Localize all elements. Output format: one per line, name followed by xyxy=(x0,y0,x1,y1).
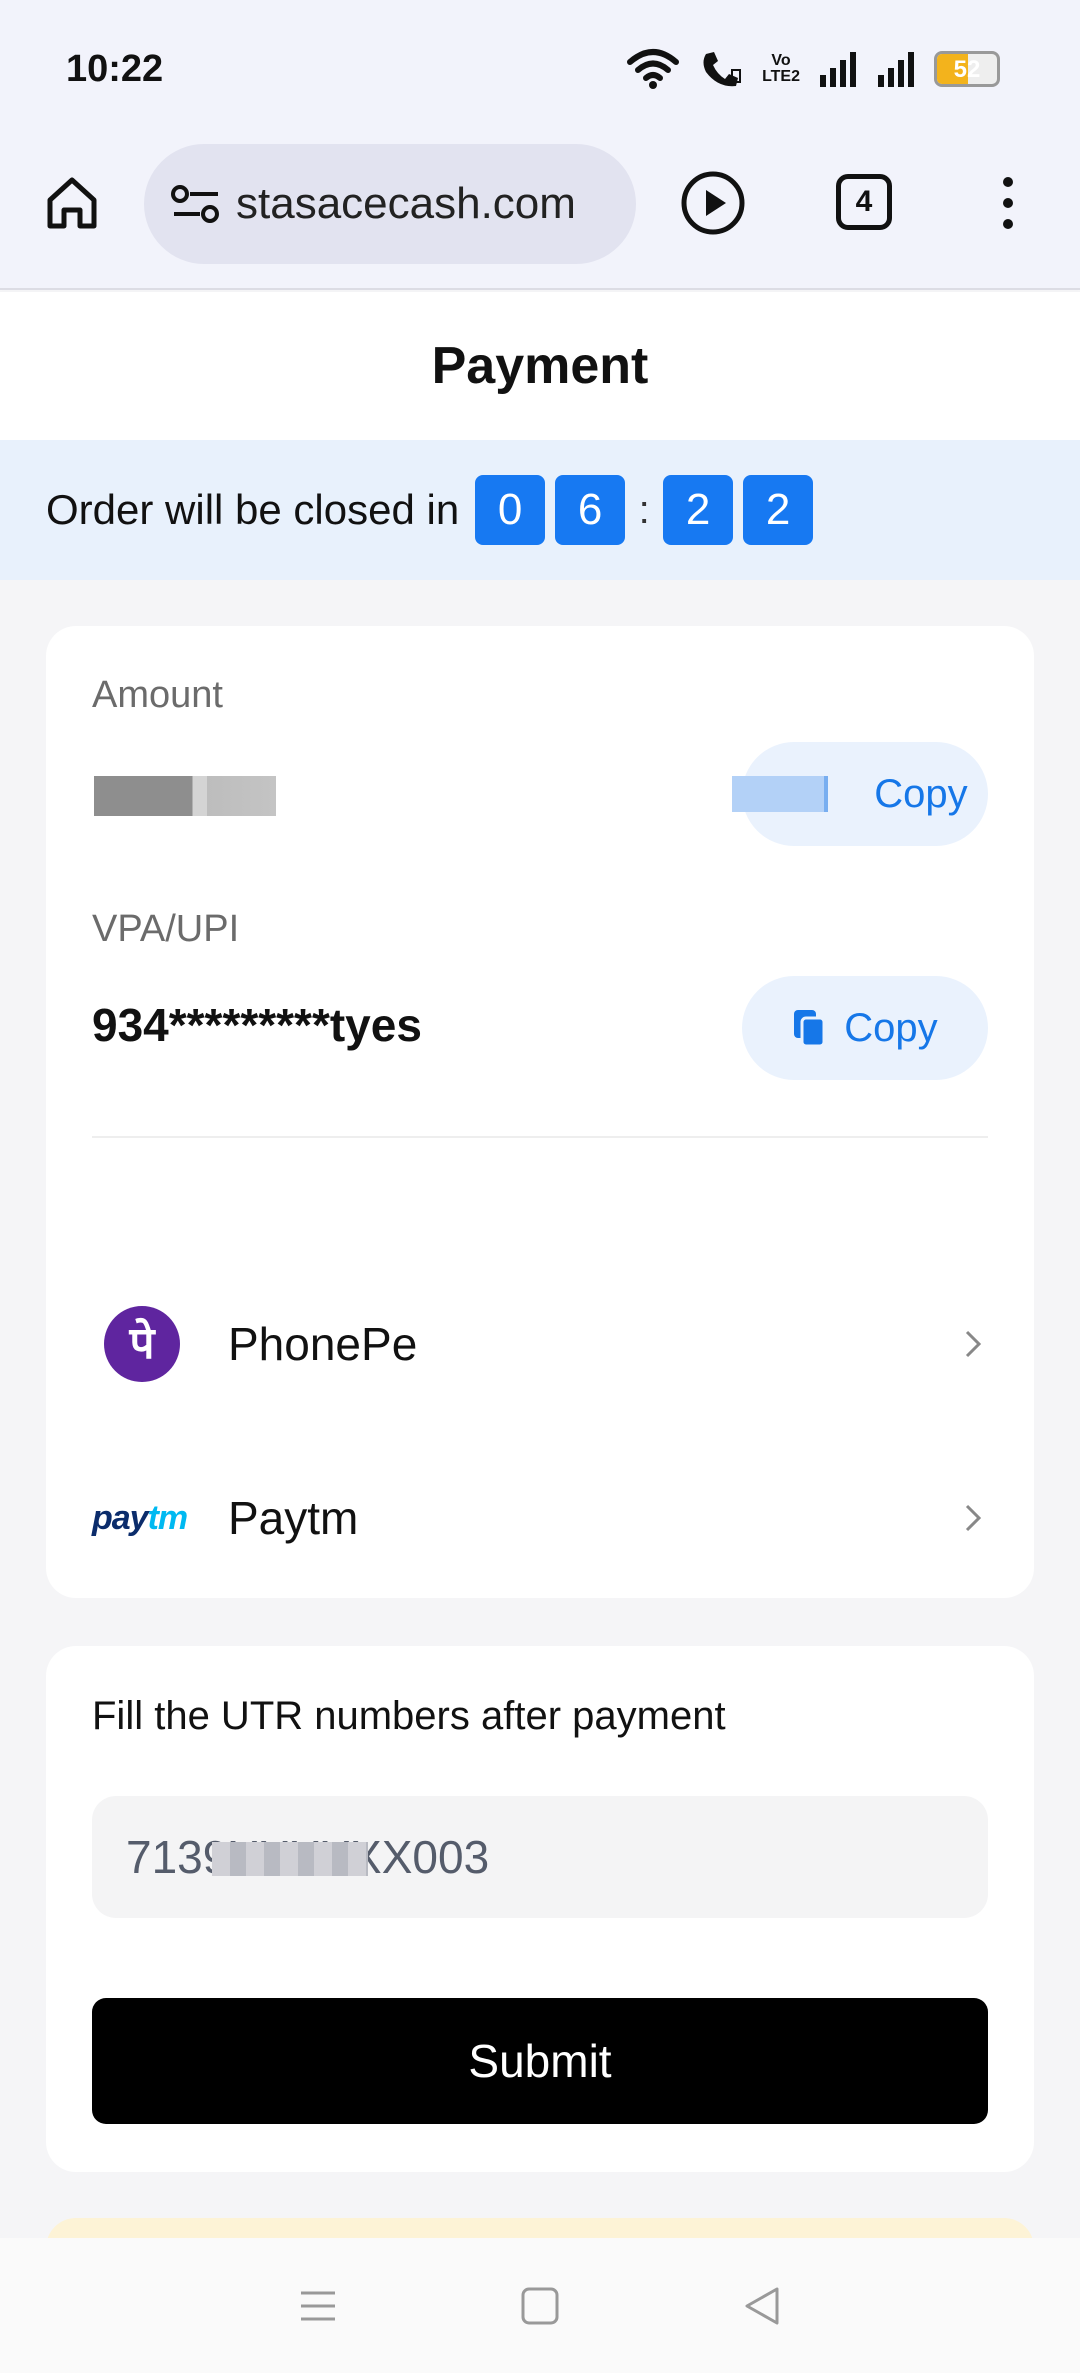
phonepe-logo-icon: पे xyxy=(104,1306,180,1382)
address-bar[interactable]: stasacecash.com xyxy=(144,144,636,264)
more-menu-icon[interactable] xyxy=(990,170,1026,236)
utr-card: Fill the UTR numbers after payment Submi… xyxy=(46,1646,1034,2172)
payment-app-name: PhonePe xyxy=(228,1318,418,1370)
url-text: stasacecash.com xyxy=(236,179,576,228)
signal-icon xyxy=(878,52,914,87)
payment-app-phonepe[interactable]: पे PhonePe xyxy=(92,1294,988,1394)
browser-toolbar: stasacecash.com 4 xyxy=(0,140,1080,290)
back-icon[interactable] xyxy=(739,2283,785,2329)
vpa-label: VPA/UPI xyxy=(92,908,240,950)
home-nav-icon[interactable] xyxy=(517,2283,563,2329)
status-icons: Vo LTE2 52 xyxy=(626,44,1000,94)
home-icon[interactable] xyxy=(40,170,104,234)
chevron-right-icon xyxy=(965,1330,982,1358)
play-icon[interactable] xyxy=(680,170,746,236)
paytm-logo-icon: paytm xyxy=(92,1498,188,1537)
submit-button[interactable]: Submit xyxy=(92,1998,988,2124)
battery-icon: 52 xyxy=(934,51,1000,87)
payment-details-card: Amount Copy VPA/UPI 934*********tyes Cop… xyxy=(46,626,1034,1598)
vpa-value: 934*********tyes xyxy=(92,999,422,1051)
volte-icon: Vo LTE2 xyxy=(762,52,800,85)
page-title: Payment xyxy=(0,292,1080,440)
order-countdown: Order will be closed in 0 6 : 2 2 xyxy=(0,440,1080,580)
divider xyxy=(92,1136,988,1138)
payment-app-paytm[interactable]: paytm Paytm xyxy=(92,1468,988,1568)
chevron-right-icon xyxy=(965,1504,982,1532)
utr-digits-redacted xyxy=(212,1842,368,1876)
copy-icon-redacted xyxy=(732,776,828,812)
countdown-digit: 0 xyxy=(475,475,546,545)
status-time: 10:22 xyxy=(66,48,164,90)
wifi-calling-icon xyxy=(703,52,742,87)
countdown-digit: 6 xyxy=(555,475,626,545)
status-bar: 10:22 Vo LTE2 52 xyxy=(0,0,1080,140)
tab-switcher-button[interactable]: 4 xyxy=(836,174,892,230)
site-settings-icon[interactable] xyxy=(170,184,222,224)
copy-vpa-button[interactable]: Copy xyxy=(742,976,988,1080)
system-navigation-bar xyxy=(0,2238,1080,2373)
recents-icon[interactable] xyxy=(295,2283,341,2329)
amount-value-redacted xyxy=(94,776,276,816)
countdown-digit: 2 xyxy=(743,475,814,545)
countdown-digit: 2 xyxy=(663,475,734,545)
countdown-label: Order will be closed in xyxy=(46,486,460,533)
amount-label: Amount xyxy=(92,674,223,716)
payment-app-name: Paytm xyxy=(228,1492,359,1544)
countdown-separator: : xyxy=(638,487,650,532)
signal-icon xyxy=(820,52,856,87)
countdown-timer: 0 6 : 2 2 xyxy=(475,475,814,545)
copy-icon xyxy=(794,1010,826,1048)
utr-label: Fill the UTR numbers after payment xyxy=(92,1694,726,1738)
wifi-icon xyxy=(627,49,680,89)
